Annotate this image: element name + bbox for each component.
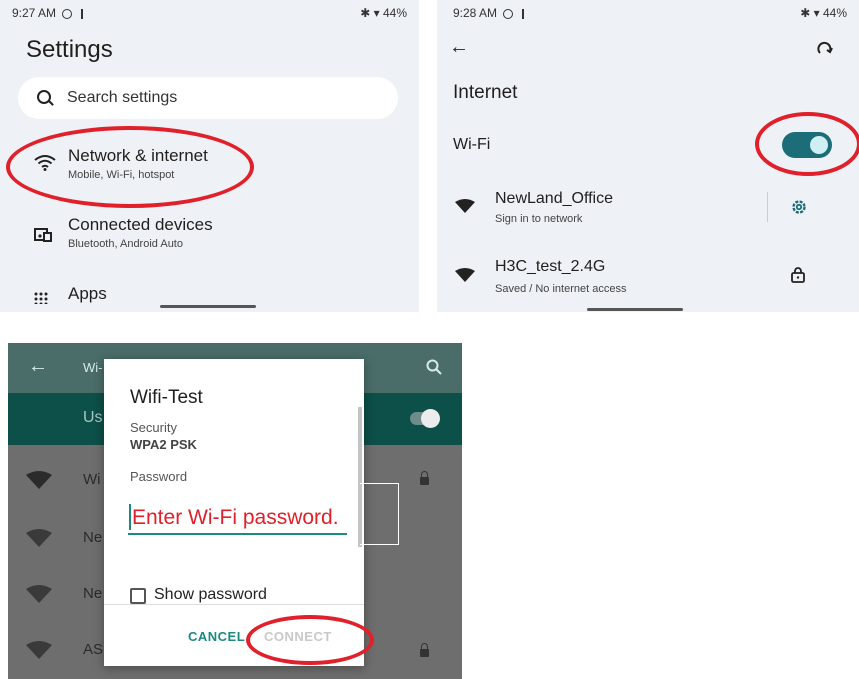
settings-screen: 9:27 AM ✱ ▾ 44% Settings Search settings…: [0, 0, 419, 312]
network-row-label: Wi: [83, 471, 101, 488]
text-cursor: [129, 504, 131, 530]
wifi-password-dialog-screen: ← Wi- Us Wi Ne Ne AS Wifi-Test Security …: [8, 343, 462, 679]
security-label: Security: [130, 420, 177, 435]
wifi-signal-icon: [26, 585, 52, 603]
cancel-button[interactable]: CANCEL: [188, 629, 245, 644]
network-row-label: AS: [83, 641, 104, 658]
internet-screen: 9:28 AM ✱ ▾ 44% ← Internet Wi-Fi NewLand…: [437, 0, 859, 312]
battery-level: 44%: [822, 6, 847, 20]
lock-icon: [420, 471, 429, 485]
password-label: Password: [130, 469, 188, 484]
dialog-title: Wifi-Test: [130, 387, 203, 408]
page-title: Internet: [453, 82, 518, 103]
wifi-signal-icon: [26, 641, 52, 659]
network-name: NewLand_Office: [495, 190, 613, 207]
signal-icon: ▾: [813, 6, 820, 20]
gear-icon[interactable]: [790, 198, 808, 216]
highlight-connect-circle: [246, 615, 374, 665]
refresh-icon[interactable]: [817, 41, 833, 57]
app-bar-title: Wi-: [83, 360, 103, 375]
battery-level: 44%: [382, 6, 407, 20]
lock-icon: [791, 267, 805, 283]
use-wifi-toggle[interactable]: [410, 409, 440, 428]
back-arrow-icon[interactable]: ←: [449, 36, 469, 59]
highlight-toggle-circle: [755, 112, 859, 176]
wifi-signal-icon: [455, 268, 475, 282]
divider: [767, 192, 768, 222]
toggle-knob: [421, 409, 440, 428]
notification-icon: [521, 9, 530, 19]
search-bar[interactable]: Search settings: [18, 77, 398, 119]
search-icon[interactable]: [426, 359, 442, 375]
settings-item-title: Apps: [68, 284, 107, 303]
gesture-bar: [587, 308, 683, 311]
devices-icon: [34, 228, 52, 242]
wifi-signal-icon: [26, 529, 52, 547]
back-arrow-icon[interactable]: ←: [28, 355, 48, 378]
wifi-signal-icon: [26, 471, 52, 489]
band-label: Us: [83, 409, 103, 426]
wifi-signal-icon: [455, 199, 475, 213]
network-row-label: Ne: [83, 585, 103, 602]
status-time: 9:27 AM: [12, 6, 57, 20]
status-bar-left: 9:28 AM: [453, 6, 530, 20]
network-status: Saved / No internet access: [495, 283, 627, 295]
search-placeholder: Search settings: [67, 89, 178, 106]
sync-icon: [62, 9, 73, 19]
notification-icon: [80, 9, 89, 19]
page-title: Settings: [26, 36, 113, 63]
security-value: WPA2 PSK: [130, 437, 197, 452]
network-row[interactable]: H3C_test_2.4G Saved / No internet access: [437, 252, 859, 300]
signal-icon: ▾: [373, 6, 380, 20]
network-row-label: Ne: [83, 529, 103, 546]
settings-item-title: Connected devices: [68, 215, 213, 234]
lock-icon: [420, 643, 429, 657]
bluetooth-icon: ✱: [360, 6, 371, 20]
sync-icon: [503, 9, 514, 19]
highlight-network-circle: [6, 126, 254, 208]
dialog-divider: [104, 604, 364, 605]
network-name: H3C_test_2.4G: [495, 258, 606, 275]
settings-item-subtitle: Bluetooth, Android Auto: [68, 238, 183, 250]
password-input[interactable]: [128, 503, 347, 535]
search-icon: [37, 90, 51, 104]
bluetooth-icon: ✱: [800, 6, 811, 20]
settings-item-connected-devices[interactable]: Connected devices Bluetooth, Android Aut…: [0, 208, 419, 263]
status-time: 9:28 AM: [453, 6, 498, 20]
show-password-label[interactable]: Show password: [154, 586, 267, 604]
wifi-label: Wi-Fi: [453, 136, 491, 153]
network-status: Sign in to network: [495, 213, 583, 225]
annotation-box: [360, 483, 399, 545]
gesture-bar: [160, 305, 256, 308]
apps-grid-icon: [34, 292, 48, 304]
show-password-checkbox[interactable]: [130, 588, 146, 604]
status-bar-left: 9:27 AM: [12, 6, 89, 20]
status-bar-right: ✱ ▾ 44%: [800, 6, 847, 20]
status-bar-right: ✱ ▾ 44%: [360, 6, 407, 20]
